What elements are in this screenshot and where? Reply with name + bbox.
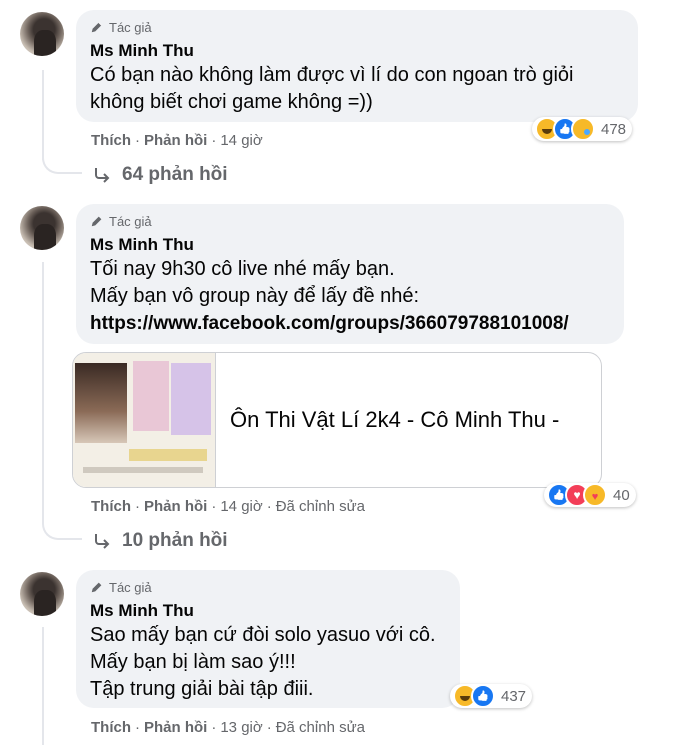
- reaction-count: 437: [501, 687, 527, 705]
- author-tag-label: Tác giả: [109, 579, 152, 595]
- timestamp[interactable]: 14 giờ: [220, 498, 262, 515]
- replies-label: 10 phản hồi: [122, 530, 228, 551]
- reaction-count: 478: [601, 120, 627, 138]
- reply-arrow-icon: [95, 168, 110, 183]
- reaction-count: 40: [613, 486, 630, 504]
- sad-icon: [571, 117, 595, 141]
- comment-text-line: Sao mấy bạn cứ đòi solo yasuo với cô.: [90, 624, 436, 646]
- edited-label: Đã chỉnh sửa: [275, 719, 365, 736]
- comment-actions: Thích · Phản hồi · 13 giờ · Đã chỉnh sửa: [91, 719, 365, 736]
- author-name[interactable]: Ms Minh Thu: [90, 40, 624, 62]
- edited-label: Đã chỉnh sửa: [275, 498, 365, 515]
- comment-bubble: Tác giả Ms Minh Thu Có bạn nào không làm…: [76, 10, 638, 122]
- like-icon: [471, 684, 495, 708]
- reply-link[interactable]: Phản hồi: [144, 719, 207, 736]
- comment-text-line: Có bạn nào không làm được vì lí do con n…: [90, 64, 574, 86]
- reactions-summary[interactable]: 478: [532, 117, 633, 141]
- pencil-icon: [91, 22, 102, 33]
- pencil-icon: [91, 216, 102, 227]
- reply-link[interactable]: Phản hồi: [144, 498, 207, 515]
- author-tag: Tác giả: [90, 578, 446, 596]
- link-preview-card[interactable]: Ôn Thi Vật Lí 2k4 - Cô Minh Thu -: [72, 352, 602, 488]
- avatar[interactable]: [20, 572, 64, 616]
- reactions-summary[interactable]: 40: [544, 483, 636, 507]
- reactions-summary[interactable]: 437: [450, 684, 533, 708]
- view-replies[interactable]: 64 phản hồi: [92, 164, 228, 186]
- author-name[interactable]: Ms Minh Thu: [90, 234, 610, 256]
- author-name[interactable]: Ms Minh Thu: [90, 600, 446, 622]
- replies-label: 64 phản hồi: [122, 164, 228, 185]
- care-icon: [583, 483, 607, 507]
- comment-text-line: Mấy bạn bị làm sao ý!!!: [90, 651, 296, 673]
- comment-bubble: Tác giả Ms Minh Thu Tối nay 9h30 cô live…: [76, 204, 624, 344]
- author-tag: Tác giả: [90, 212, 610, 230]
- comment-text-line: không biết chơi game không =)): [90, 91, 373, 113]
- comment-text-line: Mấy bạn vô group này để lấy đề nhé:: [90, 285, 420, 307]
- pencil-icon: [91, 582, 102, 593]
- comment-actions: Thích · Phản hồi · 14 giờ · Đã chỉnh sửa: [91, 498, 365, 515]
- comment-text-line: Tối nay 9h30 cô live nhé mấy bạn.: [90, 258, 395, 280]
- comment-text-line: Tập trung giải bài tập điii.: [90, 678, 314, 700]
- author-tag: Tác giả: [90, 18, 624, 36]
- reply-arrow-icon: [95, 534, 110, 549]
- link-preview-image: [73, 353, 215, 487]
- comment-bubble: Tác giả Ms Minh Thu Sao mấy bạn cứ đòi s…: [76, 570, 460, 708]
- author-tag-label: Tác giả: [109, 19, 152, 35]
- author-tag-label: Tác giả: [109, 213, 152, 229]
- timestamp[interactable]: 13 giờ: [220, 719, 262, 736]
- timestamp[interactable]: 14 giờ: [220, 132, 262, 149]
- like-link[interactable]: Thích: [91, 498, 131, 515]
- link-preview-title: Ôn Thi Vật Lí 2k4 - Cô Minh Thu -: [215, 353, 601, 487]
- like-link[interactable]: Thích: [91, 132, 131, 149]
- avatar[interactable]: [20, 12, 64, 56]
- comment-actions: Thích · Phản hồi · 14 giờ: [91, 132, 263, 149]
- reply-link[interactable]: Phản hồi: [144, 132, 207, 149]
- view-replies[interactable]: 10 phản hồi: [92, 530, 228, 552]
- avatar[interactable]: [20, 206, 64, 250]
- comment-link[interactable]: https://www.facebook.com/groups/36607978…: [90, 310, 610, 337]
- like-link[interactable]: Thích: [91, 719, 131, 736]
